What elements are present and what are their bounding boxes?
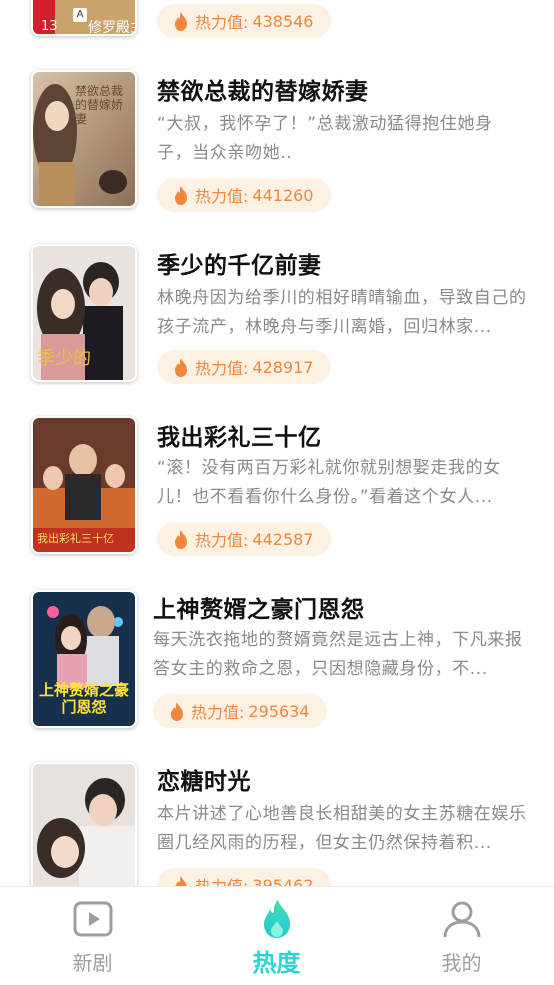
drama-title: 季少的千亿前妻 (157, 253, 322, 279)
hot-badge: 热力值: 428917 (157, 350, 332, 384)
drama-description: 每天洗衣拖地的赘婿竟然是远古上神，下凡来报答女主的救命之恩，只因想隐藏身份，不.… (153, 630, 523, 679)
flame-icon (263, 900, 290, 938)
drama-description: “滚！没有两百万彩礼就你就别想娶走我的女儿！也不看看你什么身份。”看着这个女人.… (157, 458, 501, 507)
drama-cover[interactable]: 13 修罗殿主 A (31, 0, 137, 36)
drama-title: 我出彩礼三十亿 (157, 425, 322, 451)
list-item[interactable]: 13 修罗殿主 A 热力值:438546 (0, 0, 554, 45)
hot-label: 热力值: (195, 531, 249, 550)
tab-label: 新剧 (72, 951, 113, 975)
list-item[interactable]: 上神赘婿之豪门恩怨 上神赘婿之豪门恩怨 每天洗衣拖地的赘婿竟然是远古上神，下凡来… (0, 590, 554, 730)
hot-value: 428917 (252, 357, 314, 377)
drama-cover[interactable]: 上神赘婿之豪门恩怨 (31, 590, 137, 728)
hot-label: 热力值: (195, 13, 249, 32)
list-item[interactable]: 禁欲总裁的替嫁娇妻 禁欲总裁的替嫁娇妻 “大叔，我怀孕了！”总裁激动猛得抱住她身… (0, 70, 554, 212)
drama-title: 恋糖时光 (157, 769, 251, 795)
play-icon (73, 901, 112, 937)
drama-title: 上神赘婿之豪门恩怨 (153, 597, 365, 623)
drama-description: 本片讲述了心地善良长相甜美的女主苏糖在娱乐圈几经风雨的历程，但女主仍然保持着积.… (157, 804, 527, 853)
drama-description: 林晚舟因为给季川的相好晴晴输血，导致自己的孩子流产，林晚舟与季川离婚，回归林家.… (157, 288, 527, 337)
cover-tag: A (73, 8, 87, 22)
user-icon (443, 901, 480, 938)
hot-value: 438546 (252, 11, 314, 31)
list-item[interactable]: 季少的 季少的千亿前妻 林晚舟因为给季川的相好晴晴输血，导致自己的孩子流产，林晚… (0, 244, 554, 384)
hot-badge: 热力值: 442587 (157, 522, 332, 556)
drama-cover[interactable]: 季少的 (31, 244, 137, 382)
hot-badge: 热力值: 438546 (157, 4, 332, 38)
hot-label: 热力值: (195, 359, 249, 378)
list-item[interactable]: 我出彩礼三十亿 我出彩礼三十亿 “滚！没有两百万彩礼就你就别想娶走我的女儿！也不… (0, 416, 554, 556)
flame-icon (175, 529, 187, 549)
flame-icon (175, 185, 187, 205)
tab-new-dramas[interactable]: 新剧 (0, 887, 185, 985)
hot-value: 441260 (252, 185, 314, 205)
hot-value: 295634 (248, 701, 310, 721)
list-item[interactable]: 恋糖时光 本片讲述了心地善良长相甜美的女主苏糖在娱乐圈几经风雨的历程，但女主仍然… (0, 762, 554, 886)
bottom-tab-bar: 新剧 热度 我的 (0, 886, 554, 985)
app-screen: 13 修罗殿主 A 热力值:438546 (0, 0, 554, 985)
flame-icon (175, 875, 187, 886)
hot-label: 热力值: (195, 873, 248, 886)
flame-icon (171, 701, 183, 721)
drama-description: “大叔，我怀孕了！”总裁激动猛得抱住她身子，当众亲吻她.. (157, 114, 493, 163)
tab-trending[interactable]: 热度 (184, 887, 369, 985)
hot-label: 热力值: (195, 187, 249, 206)
tab-label: 我的 (441, 951, 482, 975)
hot-value: 442587 (252, 529, 314, 549)
drama-cover[interactable]: 我出彩礼三十亿 (31, 416, 137, 554)
hot-label: 热力值: (191, 703, 245, 722)
drama-cover[interactable]: 禁欲总裁的替嫁娇妻 (31, 70, 137, 208)
tab-profile[interactable]: 我的 (369, 887, 554, 985)
cover-title-text: 禁欲总裁的替嫁娇妻 (75, 84, 124, 126)
flame-icon (175, 11, 187, 31)
svg-text:修罗殿主: 修罗殿主 (88, 20, 135, 34)
drama-title: 禁欲总裁的替嫁娇妻 (157, 79, 369, 105)
svg-text:13: 13 (41, 19, 58, 34)
cover-title-text: 我出彩礼三十亿 (37, 532, 114, 545)
cover-title-text: 上神赘婿之豪门恩怨 (39, 681, 130, 716)
tab-label: 热度 (252, 949, 301, 977)
hot-badge: 热力值: 395462 (157, 868, 332, 887)
drama-list[interactable]: 13 修罗殿主 A 热力值:438546 (0, 0, 554, 886)
drama-cover[interactable] (31, 762, 137, 886)
flame-icon (175, 357, 187, 377)
hot-value: 395462 (252, 875, 314, 887)
hot-badge: 热力值: 295634 (153, 694, 328, 728)
cover-title-text: 季少的 (37, 348, 91, 369)
hot-badge: 热力值: 441260 (157, 178, 332, 212)
